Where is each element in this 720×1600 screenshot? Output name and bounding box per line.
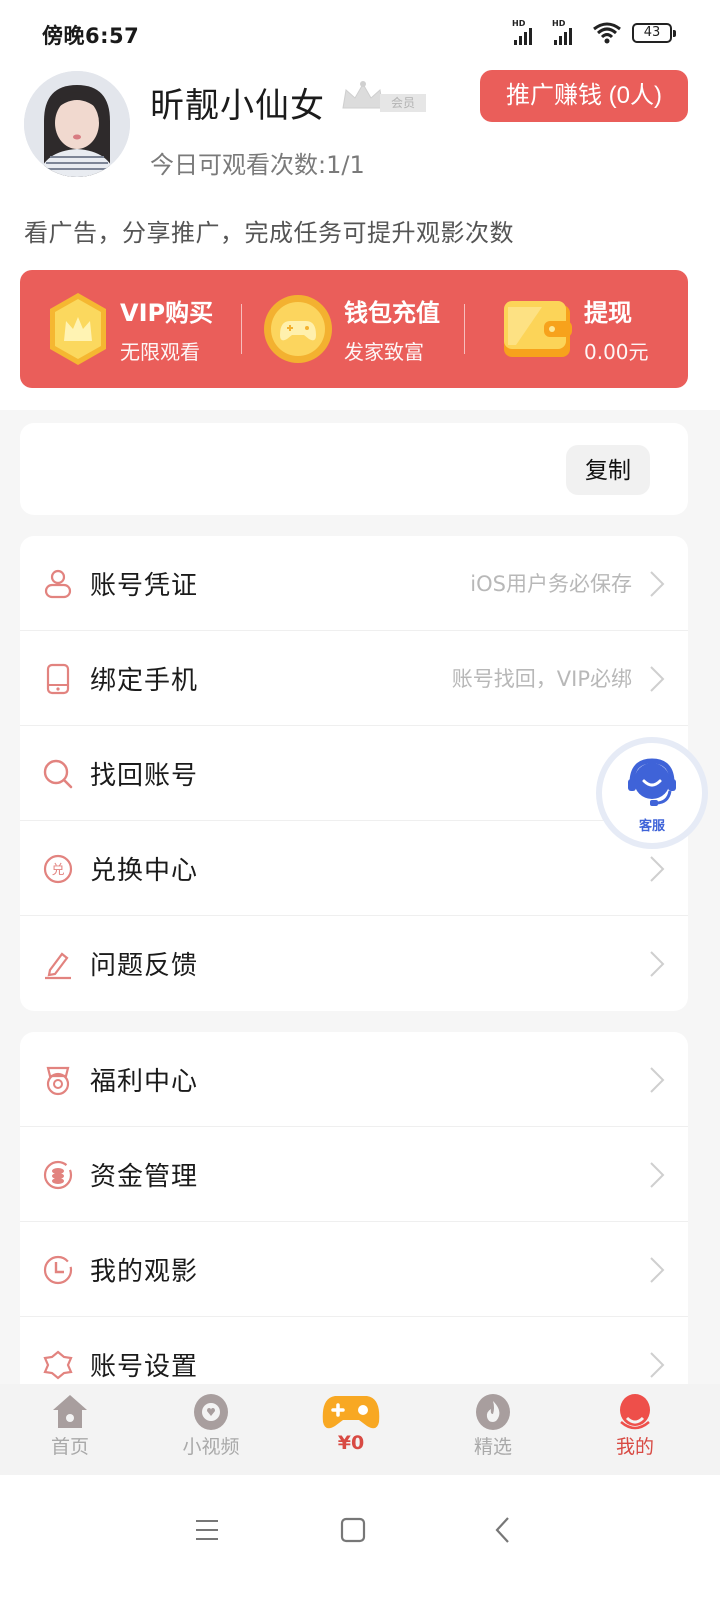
copy-button[interactable]: 复制 [566, 445, 650, 495]
chevron-right-icon [650, 856, 665, 882]
vip-purchase-button[interactable]: VIP购买 无限观看 [46, 270, 213, 388]
avatar-image [24, 71, 130, 177]
tab-label: 我的 [615, 1436, 654, 1458]
chevron-right-icon [650, 1352, 665, 1378]
menu-item-exchange-center[interactable]: 兑 兑换中心 [20, 821, 688, 916]
status-bar: 傍晚6:57 HD HD 43 [0, 0, 720, 64]
wallet-recharge-title: 钱包充值 [344, 299, 440, 327]
hint-text: 看广告，分享推广，完成任务可提升观影次数 [24, 219, 514, 247]
feature-banner: VIP购买 无限观看 钱包充值 发家致富 提现 0.00元 [20, 270, 688, 388]
withdraw-button[interactable]: 提现 0.00元 [502, 270, 649, 388]
tab-label: 小视频 [182, 1436, 240, 1458]
tab-home[interactable]: 首页 [20, 1384, 120, 1475]
divider [241, 304, 242, 354]
menu-item-label: 账号凭证 [90, 570, 199, 601]
menu-group-services: 福利中心 资金管理 我的观影 账号设置 [20, 1032, 688, 1432]
watch-count: 今日可观看次数:1/1 [150, 151, 365, 179]
settings-icon [43, 1350, 73, 1380]
menu-item-label: 我的观影 [90, 1256, 199, 1287]
tab-label: 首页 [50, 1436, 89, 1458]
vip-crown-icon [50, 293, 106, 365]
signal-hd-label: HD [512, 19, 526, 28]
menu-item-label: 资金管理 [90, 1161, 199, 1192]
menu-item-welfare-center[interactable]: 福利中心 [20, 1032, 688, 1127]
chevron-right-icon [650, 1162, 665, 1188]
signal-hd-label: HD [552, 19, 566, 28]
member-tag: 会员 [380, 94, 426, 112]
edit-icon [45, 952, 71, 980]
chevron-right-icon [650, 666, 665, 692]
menu-item-label: 问题反馈 [90, 951, 199, 981]
back-icon[interactable] [478, 1505, 528, 1555]
battery-icon: 43 [632, 23, 676, 43]
signal-icon: HD [552, 19, 582, 45]
short-video-icon [194, 1394, 228, 1430]
gamepad-coin-icon [264, 295, 332, 363]
exchange-icon: 兑 [43, 854, 73, 884]
chevron-right-icon [650, 1257, 665, 1283]
wifi-icon [593, 22, 621, 44]
tab-mine[interactable]: 我的 [585, 1384, 685, 1475]
home-nav-icon[interactable] [328, 1505, 378, 1555]
gift-icon [46, 1066, 70, 1096]
menu-item-account-credential[interactable]: 账号凭证 iOS用户务必保存 [20, 536, 688, 631]
tab-featured[interactable]: 精选 [443, 1384, 543, 1475]
menu-item-feedback[interactable]: 问题反馈 [20, 916, 688, 1011]
avatar[interactable] [24, 71, 130, 177]
vip-purchase-subtitle: 无限观看 [120, 340, 200, 364]
flame-icon [476, 1394, 510, 1430]
signal-icon: HD [512, 19, 542, 45]
tab-label: ¥0 [337, 1432, 365, 1454]
user-credential-icon [44, 569, 72, 599]
system-nav-bar [0, 1475, 720, 1600]
username: 昕靓小仙女 [150, 86, 325, 126]
withdraw-balance: 0.00元 [584, 340, 649, 364]
phone-icon [46, 663, 70, 695]
wallet-recharge-button[interactable]: 钱包充值 发家致富 [262, 270, 440, 388]
svg-text:兑: 兑 [51, 863, 64, 878]
chevron-right-icon [650, 951, 665, 977]
menu-item-hint: 账号找回，VIP必绑 [451, 667, 632, 691]
chevron-right-icon [650, 1067, 665, 1093]
menu-group-account: 账号凭证 iOS用户务必保存 绑定手机 账号找回，VIP必绑 找回账号 兑 兑换… [20, 536, 688, 1011]
status-time: 傍晚6:57 [42, 24, 140, 48]
tab-short-video[interactable]: 小视频 [161, 1384, 261, 1475]
clock-icon [43, 1255, 73, 1285]
profile-screen: 傍晚6:57 HD HD 43 昕靓小仙女 会员 今日可观看次数:1/1 推广赚… [0, 0, 720, 1600]
coins-icon [43, 1160, 73, 1190]
menu-item-label: 兑换中心 [90, 855, 199, 886]
customer-service-button[interactable]: 客服 [596, 737, 708, 849]
tab-game[interactable]: ¥0 [301, 1384, 401, 1475]
customer-service-label: 客服 [638, 819, 665, 834]
vip-purchase-title: VIP购买 [120, 299, 214, 327]
menu-item-label: 福利中心 [90, 1066, 199, 1097]
chevron-right-icon [650, 571, 665, 597]
menu-item-label: 账号设置 [90, 1352, 199, 1382]
divider [464, 304, 465, 354]
search-icon [43, 759, 73, 789]
wallet-recharge-subtitle: 发家致富 [344, 340, 424, 364]
menu-item-recover-account[interactable]: 找回账号 [20, 726, 688, 821]
game-controller-icon [322, 1396, 380, 1429]
tab-label: 精选 [473, 1436, 512, 1458]
status-icons: HD HD 43 [512, 19, 676, 46]
profile-icon [620, 1394, 650, 1430]
menu-item-fund-management[interactable]: 资金管理 [20, 1127, 688, 1222]
wallet-icon [504, 301, 572, 357]
headset-icon [628, 758, 676, 806]
member-badge[interactable]: 会员 [340, 80, 426, 114]
bottom-tab-bar: 首页 小视频 ¥0 精选 我的 [0, 1384, 720, 1475]
menu-item-label: 找回账号 [90, 760, 199, 791]
home-icon [53, 1395, 87, 1428]
menu-item-bind-phone[interactable]: 绑定手机 账号找回，VIP必绑 [20, 631, 688, 726]
copy-card: 复制 [20, 423, 688, 515]
menu-item-label: 绑定手机 [90, 665, 199, 696]
promote-earn-button[interactable]: 推广赚钱 (0人) [480, 70, 688, 122]
menu-icon[interactable] [182, 1505, 232, 1555]
menu-item-hint: iOS用户务必保存 [470, 572, 632, 596]
menu-item-my-viewing[interactable]: 我的观影 [20, 1222, 688, 1317]
withdraw-title: 提现 [584, 299, 632, 327]
